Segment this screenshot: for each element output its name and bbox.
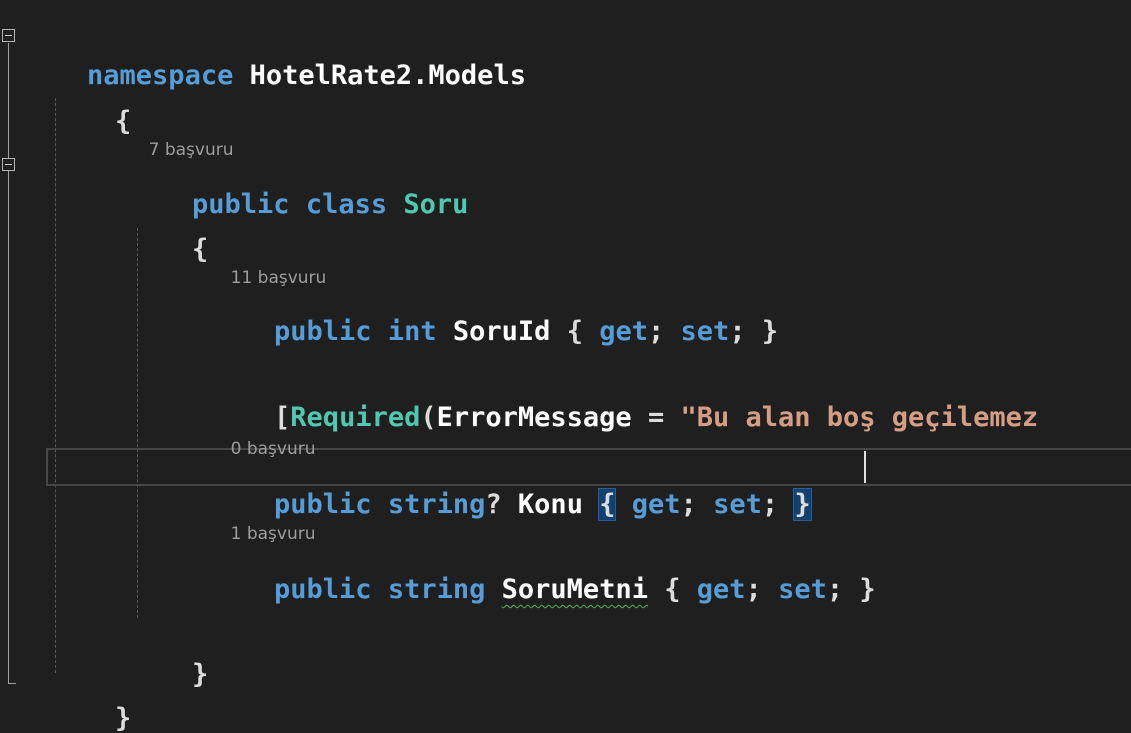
string-keyword: string: [387, 489, 486, 520]
indent-guide-namespace: [55, 98, 56, 673]
set-keyword: set: [680, 316, 730, 347]
code-line-soruid-property[interactable]: public int SoruId { get; set; }: [209, 272, 778, 347]
code-lens-sorumetni-references[interactable]: 1 başvuru: [209, 495, 316, 544]
code-line-class-close[interactable]: }: [127, 615, 208, 690]
close-brace: }: [761, 316, 779, 347]
code-lens-class-references[interactable]: 7 başvuru: [127, 111, 234, 160]
code-line-class-open[interactable]: {: [127, 190, 208, 265]
set-keyword: set: [713, 489, 762, 520]
semicolon: ;: [826, 574, 844, 605]
collapse-class-toggle[interactable]: [2, 158, 15, 171]
property-name-with-warning[interactable]: SoruMetni: [502, 574, 648, 605]
semicolon: ;: [680, 489, 697, 520]
get-keyword: get: [631, 489, 681, 520]
code-line-konu-property[interactable]: public string? Konu { get; set; }: [209, 445, 812, 521]
semicolon: ;: [729, 316, 746, 347]
code-line-required-attribute[interactable]: [Required(ErrorMessage = "Bu alan boş ge…: [209, 358, 1038, 433]
namespace-fold-line: [8, 43, 9, 683]
text-caret: [864, 451, 866, 483]
set-keyword: set: [778, 574, 827, 605]
code-line-class-declaration[interactable]: public class Soru: [127, 145, 468, 220]
code-line-namespace[interactable]: namespace HotelRate2.Models: [22, 16, 526, 91]
code-editor[interactable]: namespace HotelRate2.Models { 7 başvuru …: [0, 0, 1131, 733]
code-lens-soruid-references[interactable]: 11 başvuru: [209, 239, 327, 288]
code-lens-konu-references[interactable]: 0 başvuru: [209, 410, 316, 459]
namespace-name: HotelRate2.Models: [249, 60, 526, 91]
string-keyword: string: [387, 574, 486, 605]
semicolon: ;: [648, 316, 665, 347]
matched-open-brace: {: [598, 488, 617, 521]
open-paren: (: [420, 402, 437, 433]
property-name: Konu: [517, 489, 583, 520]
open-brace: {: [192, 234, 209, 265]
nullable-marker: ?: [485, 489, 502, 520]
public-keyword: public: [274, 574, 372, 605]
property-name: SoruId: [452, 316, 551, 347]
close-brace: }: [115, 703, 132, 733]
semicolon: ;: [745, 574, 762, 605]
class-name: Soru: [403, 189, 469, 220]
equals-sign: =: [631, 402, 681, 433]
semicolon: ;: [761, 489, 779, 520]
get-keyword: get: [599, 316, 649, 347]
namespace-fold-end: [8, 683, 16, 684]
class-keyword: class: [305, 189, 388, 220]
int-keyword: int: [387, 316, 437, 347]
close-brace: }: [859, 574, 876, 605]
code-line-namespace-close[interactable]: }: [50, 659, 131, 733]
close-brace: }: [192, 659, 209, 690]
open-brace: {: [566, 316, 583, 347]
collapse-namespace-toggle[interactable]: [2, 29, 15, 42]
code-line-namespace-open[interactable]: {: [50, 62, 131, 137]
code-line-sorumetni-property[interactable]: public string SoruMetni { get; set; }: [209, 530, 876, 605]
open-brace: {: [664, 574, 681, 605]
get-keyword: get: [696, 574, 746, 605]
string-literal: "Bu alan boş geçilemez: [680, 402, 1039, 433]
public-keyword: public: [274, 316, 372, 347]
attribute-parameter: ErrorMessage: [436, 402, 632, 433]
matched-close-brace: }: [793, 488, 812, 521]
